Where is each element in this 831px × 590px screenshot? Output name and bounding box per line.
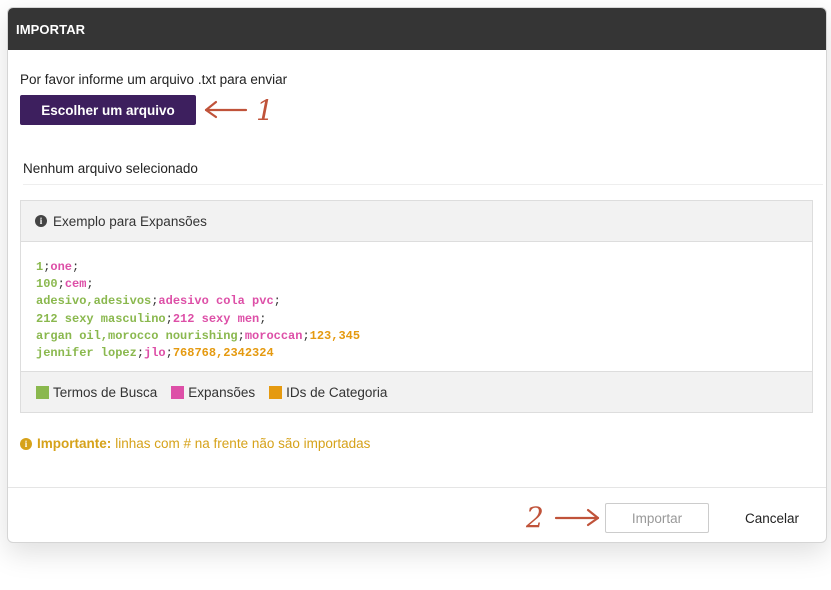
code-expansions: cem xyxy=(64,277,87,292)
code-expansions: moroccan xyxy=(244,328,303,343)
example-code-block: 1;one; 100;cem; adesivo,adesivos;adesivo c… xyxy=(21,242,812,360)
legend-item-category-ids: IDs de Categoria xyxy=(269,385,387,400)
code-category-ids: 123,345 xyxy=(309,328,361,343)
code-expansions: 212 sexy men xyxy=(172,311,260,326)
example-title: Exemplo para Expansões xyxy=(53,213,207,229)
annotation-arrow-2: 2 xyxy=(525,501,600,534)
important-note: i Importante: linhas com # na frente não… xyxy=(20,436,370,451)
code-line: 100;cem; xyxy=(36,276,797,293)
code-separator: ; xyxy=(302,328,310,343)
code-separator: ; xyxy=(136,346,145,361)
upload-instructions: Por favor informe um arquivo .txt para e… xyxy=(20,72,288,87)
import-button[interactable]: Importar xyxy=(605,503,709,533)
modal-title: IMPORTAR xyxy=(16,21,86,37)
info-icon: i xyxy=(35,215,47,227)
legend-item-expansions: Expansões xyxy=(171,385,255,400)
cancel-button[interactable]: Cancelar xyxy=(725,503,819,533)
code-separator: ; xyxy=(237,328,245,343)
code-separator: ; xyxy=(72,260,80,274)
code-line: 1;one; xyxy=(36,259,797,276)
import-modal: IMPORTAR Por favor informe um arquivo .t… xyxy=(7,7,827,543)
code-line: jennifer lopez;jlo;768768,2342324 xyxy=(36,345,797,362)
annotation-number-2: 2 xyxy=(525,501,544,534)
code-search-terms: jennifer lopez xyxy=(36,346,137,361)
example-panel: i Exemplo para Expansões 1;one; 100;cem; a… xyxy=(20,200,813,413)
important-text: linhas com # na frente não são importada… xyxy=(115,436,371,451)
code-category-ids: 768768,2342324 xyxy=(172,346,274,361)
file-status-text: Nenhum arquivo selecionado xyxy=(23,161,823,185)
code-expansions: jlo xyxy=(144,346,166,361)
example-panel-header: i Exemplo para Expansões xyxy=(21,201,812,242)
example-legend: Termos de Busca Expansões IDs de Categor… xyxy=(21,371,812,412)
legend-label: Termos de Busca xyxy=(53,384,158,400)
code-separator: ; xyxy=(165,346,173,361)
legend-swatch-green xyxy=(36,385,49,399)
legend-swatch-pink xyxy=(171,385,185,399)
code-search-terms: 100 xyxy=(36,277,58,292)
code-separator: ; xyxy=(165,311,173,326)
modal-footer: Importar Cancelar 2 xyxy=(8,487,826,542)
info-icon: i xyxy=(20,437,32,450)
legend-item-search-terms: Termos de Busca xyxy=(36,385,157,400)
legend-label: Expansões xyxy=(188,384,256,400)
code-search-terms: argan oil,morocco nourishing xyxy=(36,328,238,343)
code-search-terms: adesivo,adesivos xyxy=(36,294,152,309)
code-separator: ; xyxy=(273,294,281,309)
code-line: argan oil,morocco nourishing;moroccan;12… xyxy=(36,328,797,345)
code-expansions: one xyxy=(50,260,73,274)
code-line: adesivo,adesivos;adesivo cola pvc; xyxy=(36,293,797,310)
modal-body: Por favor informe um arquivo .txt para e… xyxy=(8,50,826,487)
choose-file-button[interactable]: Escolher um arquivo xyxy=(20,95,196,125)
legend-swatch-orange xyxy=(269,385,283,399)
code-search-terms: 212 sexy masculino xyxy=(36,311,166,326)
important-label: Importante: xyxy=(37,436,112,451)
code-expansions: adesivo cola pvc xyxy=(158,294,274,309)
annotation-arrow-1: 1 xyxy=(204,94,274,127)
code-line: 212 sexy masculino;212 sexy men; xyxy=(36,311,797,328)
legend-label: IDs de Categoria xyxy=(286,384,388,400)
code-separator: ; xyxy=(57,277,65,292)
annotation-number-1: 1 xyxy=(256,94,274,127)
code-separator: ; xyxy=(86,277,94,292)
modal-header: IMPORTAR xyxy=(8,8,826,50)
code-separator: ; xyxy=(259,311,267,326)
